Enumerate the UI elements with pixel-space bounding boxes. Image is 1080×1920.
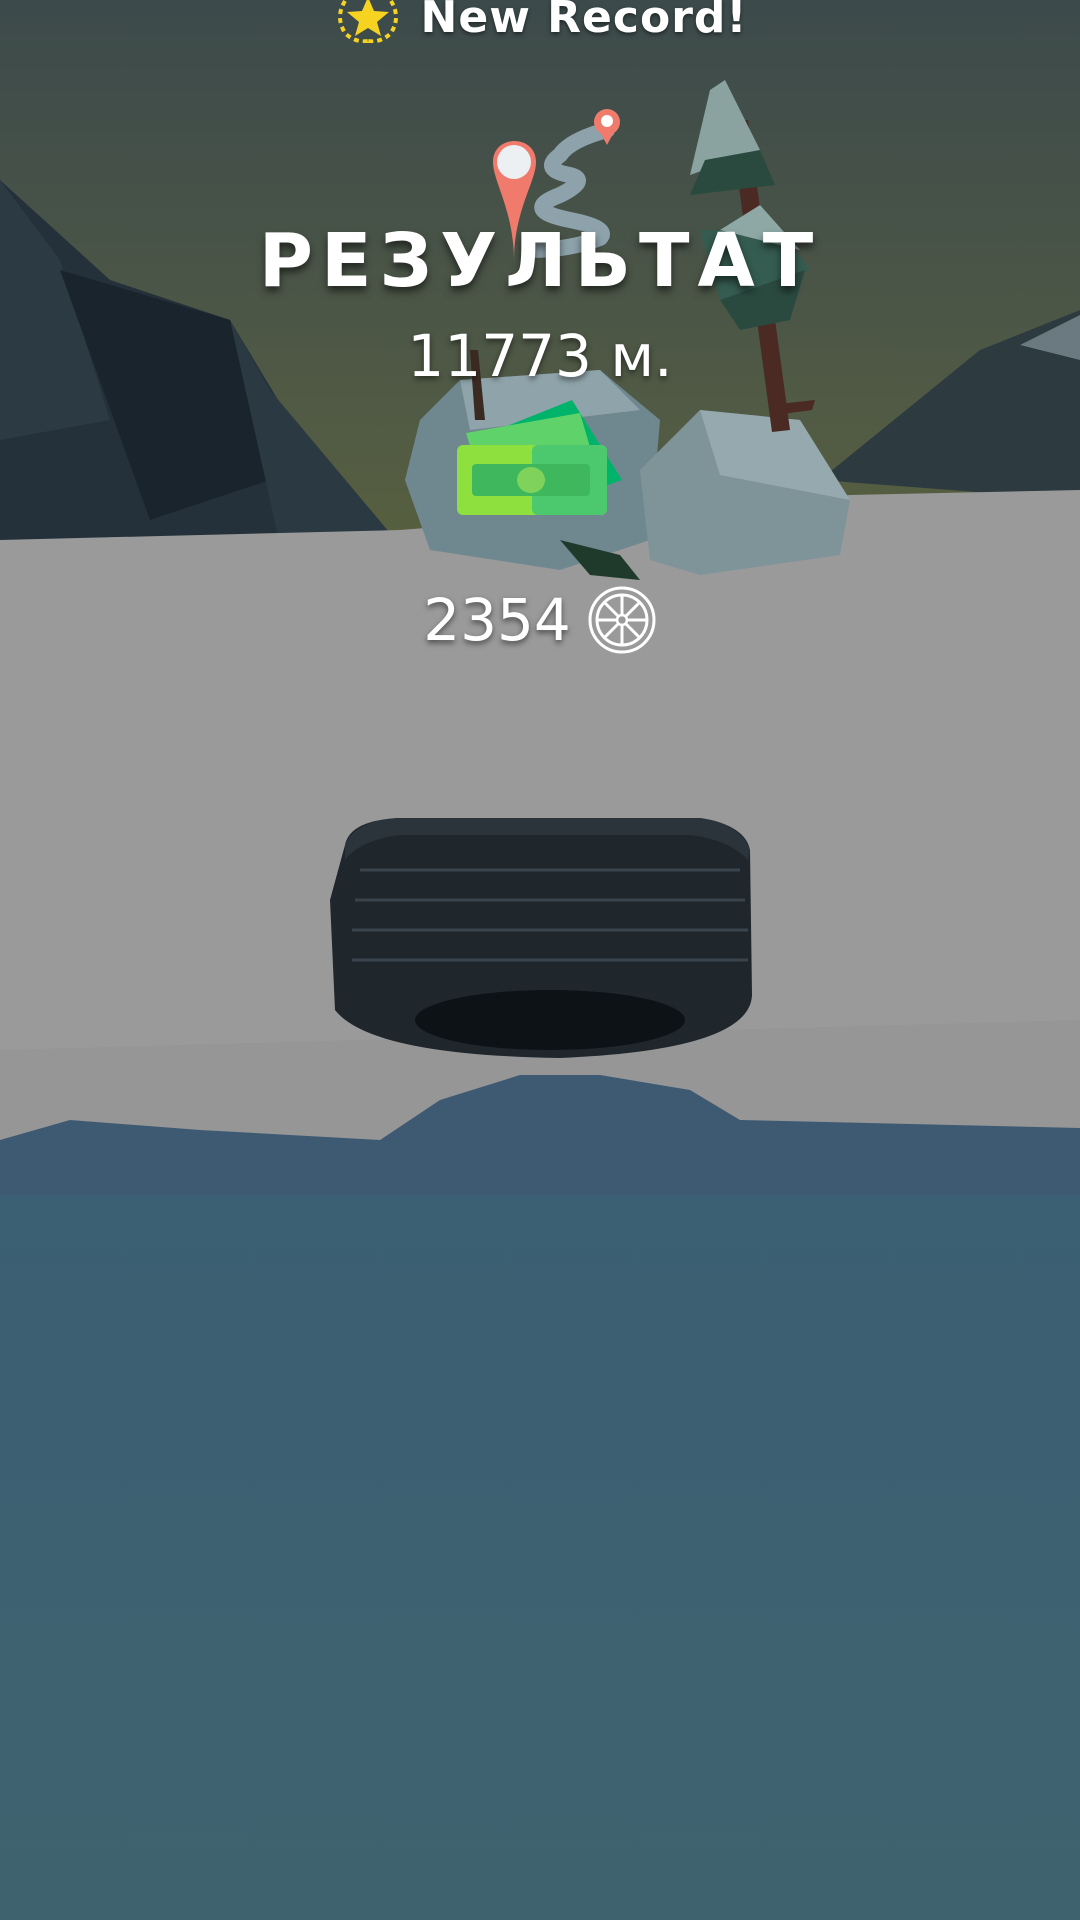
distance-value: 11773 м. <box>407 322 673 390</box>
results-overlay: New Record! РЕЗУЛЬТАТ 11773 м. 2354 <box>0 0 1080 1920</box>
wheel-coin-icon <box>588 586 656 654</box>
new-record-text: New Record! <box>420 0 748 43</box>
cash-icon <box>457 400 622 515</box>
new-record-banner: New Record! <box>0 0 1080 48</box>
coins-value: 2354 <box>423 586 571 654</box>
star-laurel-icon <box>337 0 398 43</box>
coins-row: 2354 <box>0 580 1080 660</box>
result-title: РЕЗУЛЬТАТ <box>258 218 822 304</box>
